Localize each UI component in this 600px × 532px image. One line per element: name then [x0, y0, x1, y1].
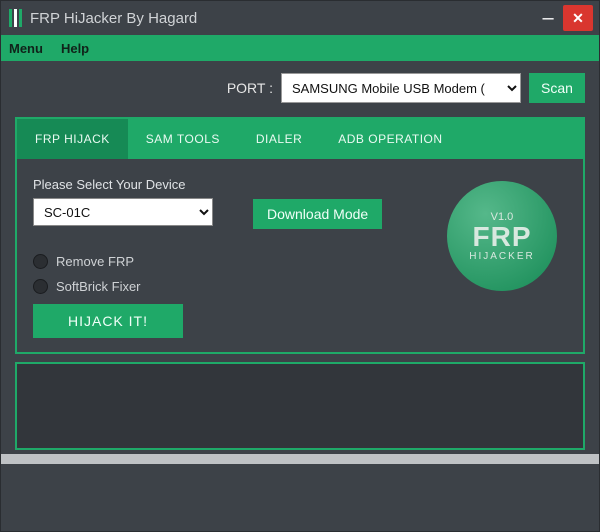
tab-sam-tools[interactable]: SAM TOOLS	[128, 119, 238, 159]
window-controls: – ✕	[533, 1, 599, 35]
tab-bar: FRP HIJACK SAM TOOLS DIALER ADB OPERATIO…	[17, 119, 583, 159]
tab-body: Please Select Your Device SC-01C Remove …	[17, 159, 583, 352]
menubar: Menu Help	[1, 35, 599, 61]
download-mode-button[interactable]: Download Mode	[253, 199, 382, 229]
option-label: SoftBrick Fixer	[56, 279, 141, 294]
footer-bar	[1, 454, 599, 464]
option-softbrick-fixer[interactable]: SoftBrick Fixer	[33, 279, 233, 294]
log-output	[15, 362, 585, 450]
close-button[interactable]: ✕	[563, 5, 593, 31]
option-remove-frp[interactable]: Remove FRP	[33, 254, 233, 269]
titlebar: FRP HiJacker By Hagard – ✕	[1, 1, 599, 35]
center-column: Download Mode	[253, 177, 417, 338]
scan-button[interactable]: Scan	[529, 73, 585, 103]
logo-main-text: FRP	[473, 221, 532, 253]
radio-icon	[33, 279, 48, 294]
device-column: Please Select Your Device SC-01C Remove …	[33, 177, 233, 338]
option-label: Remove FRP	[56, 254, 134, 269]
hijack-it-button[interactable]: HIJACK IT!	[33, 304, 183, 338]
window-title: FRP HiJacker By Hagard	[30, 10, 197, 27]
radio-icon	[33, 254, 48, 269]
logo-sub-text: HIJACKER	[469, 251, 534, 262]
main-area: PORT : SAMSUNG Mobile USB Modem ( Scan F…	[1, 61, 599, 531]
menu-menu[interactable]: Menu	[9, 41, 43, 56]
option-group: Remove FRP SoftBrick Fixer	[33, 254, 233, 294]
app-logo: V1.0 FRP HIJACKER	[447, 181, 557, 291]
minimize-button[interactable]: –	[533, 1, 563, 35]
app-window: FRP HiJacker By Hagard – ✕ Menu Help POR…	[0, 0, 600, 532]
tab-dialer[interactable]: DIALER	[238, 119, 320, 159]
app-icon	[9, 9, 22, 27]
port-row: PORT : SAMSUNG Mobile USB Modem ( Scan	[15, 73, 585, 103]
port-label: PORT :	[227, 80, 273, 96]
tab-frp-hijack[interactable]: FRP HIJACK	[17, 119, 128, 159]
logo-column: V1.0 FRP HIJACKER	[437, 177, 567, 338]
menu-help[interactable]: Help	[61, 41, 89, 56]
device-select[interactable]: SC-01C	[33, 198, 213, 226]
content-frame: FRP HIJACK SAM TOOLS DIALER ADB OPERATIO…	[15, 117, 585, 354]
port-select[interactable]: SAMSUNG Mobile USB Modem (	[281, 73, 521, 103]
tab-adb-operation[interactable]: ADB OPERATION	[320, 119, 460, 159]
device-label: Please Select Your Device	[33, 177, 233, 192]
